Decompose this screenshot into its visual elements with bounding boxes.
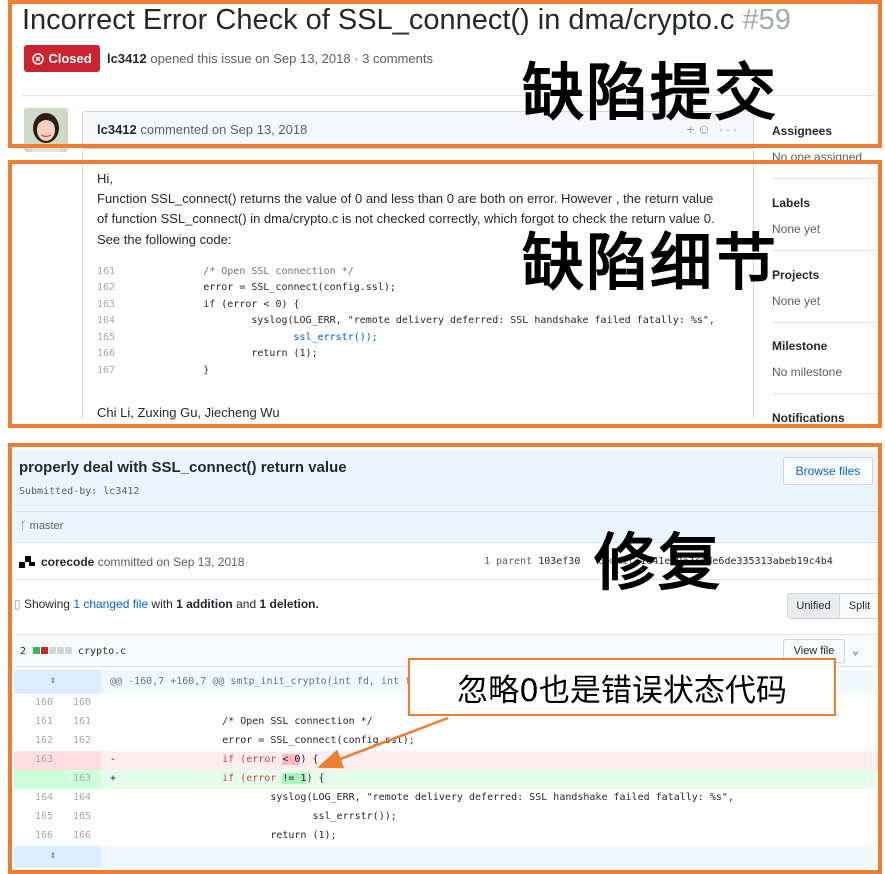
comment-signature: Chi Li, Zuxing Gu, Jiecheng Wu [97,405,280,420]
code-line: 161 /* Open SSL connection */ [97,266,354,277]
committer-link[interactable]: corecode [41,555,94,569]
commit-submitted-by: Submitted-by: lc3412 [19,486,140,497]
branch-name[interactable]: master [30,520,64,532]
code-line: 166 return (1); [97,348,318,359]
status-label: Closed [48,51,92,66]
file-name[interactable]: crypto.c [78,646,126,657]
summary-and: and [236,597,257,611]
chevron-down-icon[interactable]: ⌄ [852,643,859,657]
commit-parent: 1 parent 103ef30 [484,556,580,567]
sidebar-labels-label[interactable]: Labels [772,196,810,210]
code-line: 165 ssl_errstr()); [97,332,378,343]
expand-up-icon[interactable]: ⇕ [50,675,56,686]
issue-author-link[interactable]: lc3412 [107,51,147,66]
code-line: 163 if (error < 0) { [97,299,300,310]
committed-text: committed on Sep 13, 2018 [97,555,245,569]
sidebar-milestone-label[interactable]: Milestone [772,339,827,353]
summary-with: with [151,597,173,611]
callout-arrow-icon [317,716,449,769]
diffstat-bar [33,647,72,654]
sidebar-projects-label[interactable]: Projects [772,268,819,282]
branch-icon: ᚴ [20,520,27,532]
comment-greeting: Hi, [97,171,113,186]
sidebar-milestone-value: No milestone [772,365,843,379]
commit-author-bar: corecode committed on Sep 13, 2018 1 par… [14,542,880,580]
comment-author-link[interactable]: lc3412 [97,122,137,137]
comment-border-left [82,150,83,418]
sidebar-assignees-value: No one assigned [772,150,863,164]
sidebar-labels-value: None yet [772,222,821,236]
diff-row: 164 164 syslog(LOG_ERR, "remote delivery … [34,792,734,803]
sidebar-divider [772,322,880,323]
split-view-button[interactable]: Split [839,593,880,619]
unified-view-button[interactable]: Unified [787,593,840,619]
file-change-count: 2 [20,646,27,657]
callout-box: 忽略0也是错误状态代码 [408,658,836,716]
summary-file-icon: ▯ [14,597,21,611]
code-line: 162 error = SSL_connect(config.ssl); [97,282,396,293]
comment-paragraph-line: Function SSL_connect() returns the value… [97,191,714,206]
summary-showing: Showing [23,597,70,611]
sidebar-divider [772,250,880,251]
diff-row: 166 166 return (1); [34,830,337,841]
comment-see-code: See the following code: [97,232,232,247]
fix-label: 修复 [594,526,723,599]
sidebar-projects-value: None yet [772,294,821,308]
committer-avatar-icon[interactable] [19,554,35,570]
issue-number: #59 [742,4,791,36]
additions-count: 1 addition [176,597,233,611]
closed-issue-icon [32,52,45,65]
commit-title: properly deal with SSL_connect() return … [19,459,347,476]
user-portrait-icon [24,108,68,152]
sidebar-assignees-label[interactable]: Assignees [772,124,832,138]
browse-files-button[interactable]: Browse files [783,457,873,485]
commit-author-line: corecode committed on Sep 13, 2018 [41,555,244,569]
defect-details-label: 缺陷细节 [522,226,779,299]
expand-down-icon[interactable]: ⇕ [50,850,56,861]
diff-row: 165 165 ssl_errstr()); [34,811,397,822]
diff-summary: ▯ Showing 1 changed file with 1 addition… [14,597,319,611]
sidebar-divider [772,393,880,394]
sidebar-notifications-label: Notifications [772,411,845,425]
parent-label: 1 parent [484,556,533,567]
expand-column [14,670,101,694]
issue-meta: lc3412 opened this issue on Sep 13, 2018… [107,51,433,66]
code-line: 164 syslog(LOG_ERR, "remote delivery def… [97,315,715,326]
branch-bar: ᚴ master [14,511,880,541]
issue-meta-text: opened this issue on Sep 13, 2018 · 3 co… [150,51,433,66]
issue-title: Incorrect Error Check of SSL_connect() i… [22,4,791,37]
comment-meta-text: commented on Sep 13, 2018 [140,122,308,137]
defect-submission-label: 缺陷提交 [522,56,779,129]
sidebar-divider [772,178,880,179]
parent-sha[interactable]: 103ef30 [538,556,580,567]
avatar[interactable] [24,108,68,152]
issue-title-text: Incorrect Error Check of SSL_connect() i… [22,4,735,36]
code-line: 167 } [97,365,210,376]
diff-expand-footer: ⇕ [14,846,880,868]
changed-files-link[interactable]: 1 changed file [73,597,148,611]
deletions-count: 1 deletion. [259,597,319,611]
closed-status-badge: Closed [24,45,100,72]
hunk-header-text: @@ -160,7 +160,7 @@ smtp_init_crypto(int… [110,676,454,687]
